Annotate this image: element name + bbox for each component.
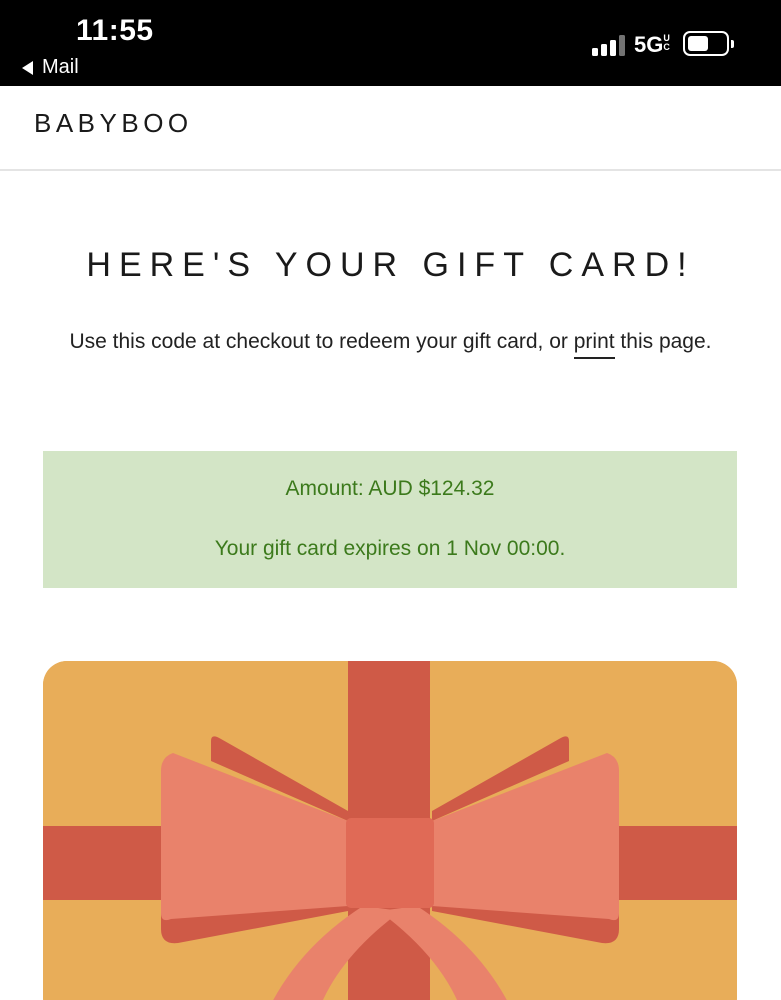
back-to-mail-button[interactable]: Mail (22, 56, 79, 79)
cellular-signal-icon (592, 34, 628, 56)
network-indicator: 5GUC (634, 32, 672, 58)
gift-bow-illustration (43, 661, 737, 1000)
back-label: Mail (42, 56, 79, 78)
instructions-text-end: this page. (614, 330, 712, 353)
gift-card-notice: Amount: AUD $124.32 Your gift card expir… (43, 451, 737, 588)
gift-card-amount: Amount: AUD $124.32 (285, 477, 495, 500)
status-time: 11:55 (76, 14, 154, 47)
gift-card-image (43, 661, 737, 1000)
print-link[interactable]: print (573, 330, 615, 359)
status-bar: 11:55 Mail 5GUC (0, 0, 781, 86)
site-header: BABYBOO (0, 86, 781, 171)
gift-card-expiry: Your gift card expires on 1 Nov 00:00. (214, 537, 566, 560)
redeem-instructions: Use this code at checkout to redeem your… (40, 322, 741, 362)
network-label: 5G (634, 32, 664, 57)
back-triangle-icon (22, 60, 33, 75)
network-badge: UC (663, 33, 670, 52)
instructions-text: Use this code at checkout to redeem your… (69, 330, 574, 353)
page-title: HERE'S YOUR GIFT CARD! (86, 246, 695, 284)
battery-icon (683, 31, 734, 56)
store-logo[interactable]: BABYBOO (34, 108, 193, 139)
